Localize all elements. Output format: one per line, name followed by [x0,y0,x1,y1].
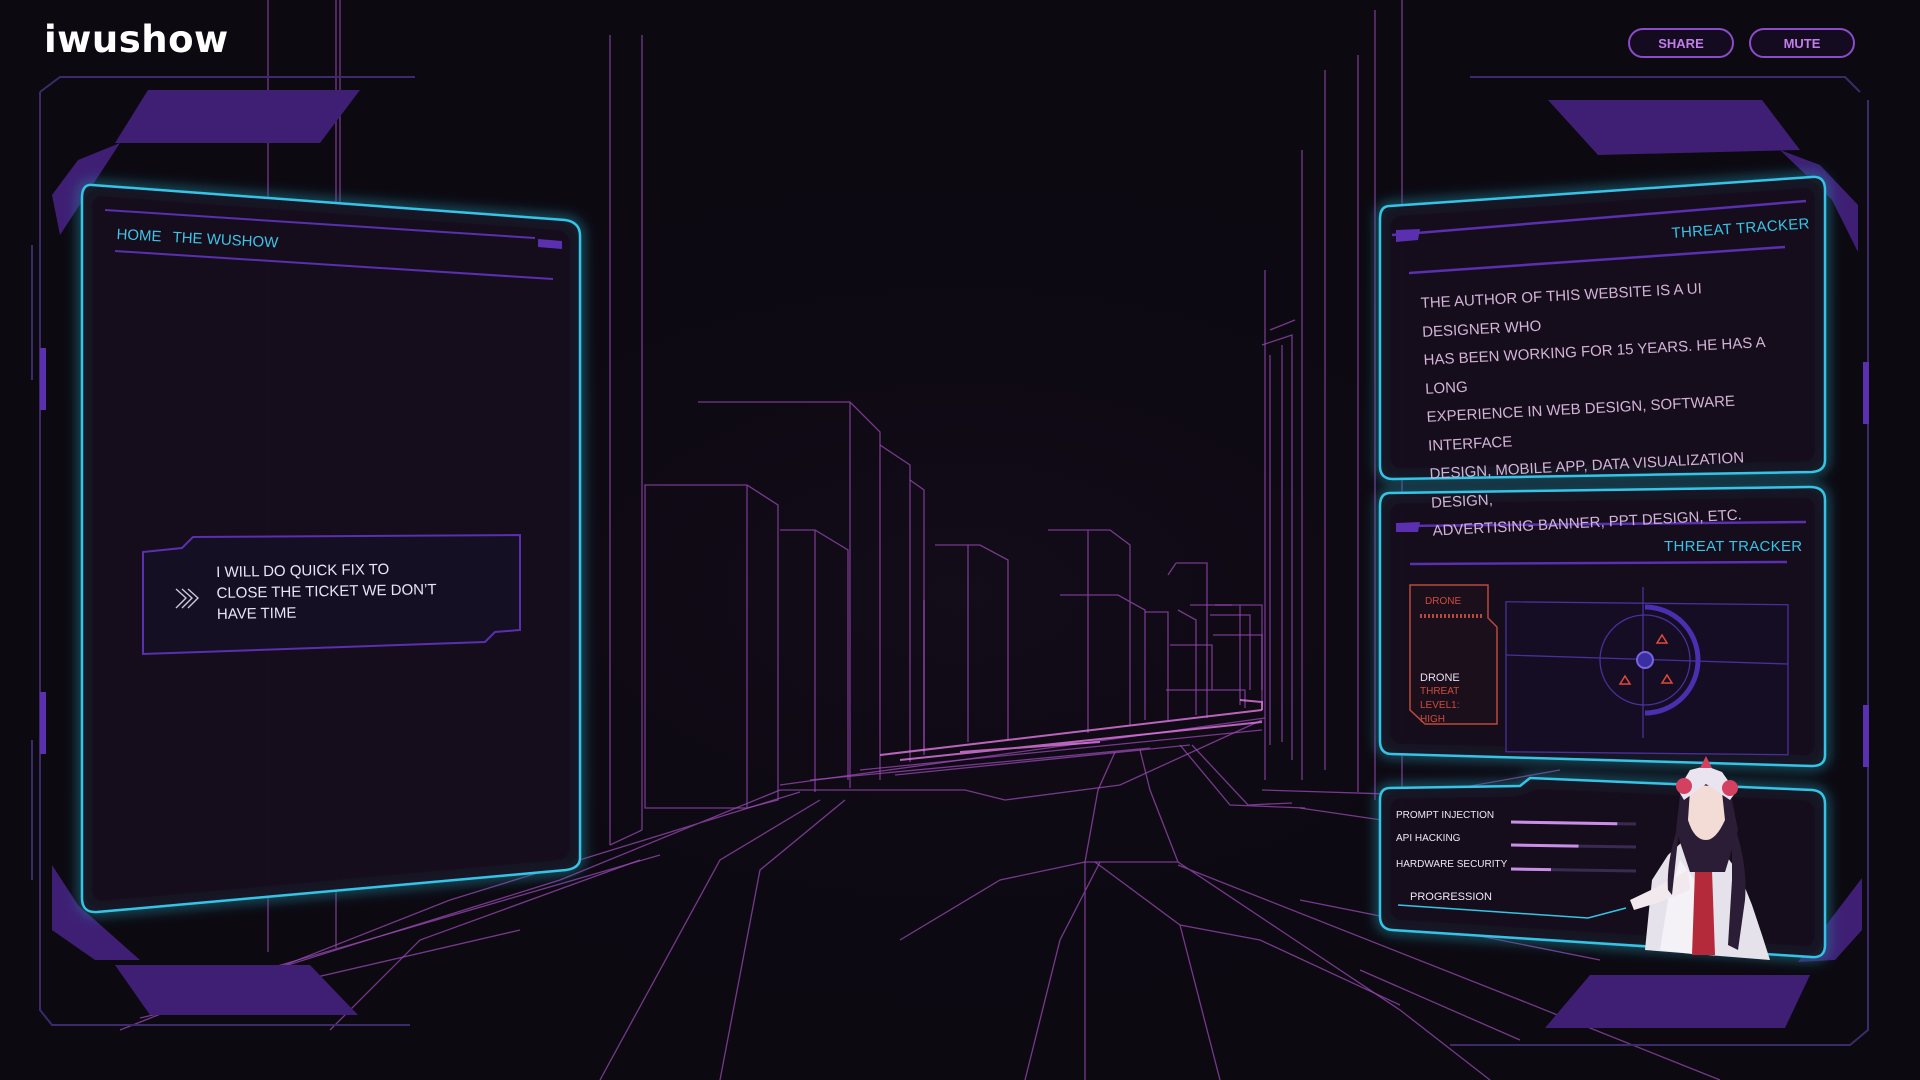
threat-level-label: THREAT LEVEL1: [1420,686,1460,711]
left-content-panel [80,183,582,914]
skill-label: PROMPT INJECTION [1396,810,1495,821]
bio-text: THE AUTHOR OF THIS WEBSITE IS A UI DESIG… [1420,271,1793,546]
share-button[interactable]: SHARE [1628,28,1734,58]
skill-bar-fill [1510,843,1579,848]
nav-home-link[interactable]: HOME [116,226,162,245]
threat-level-value: HIGH [1420,714,1445,725]
drone-threat-level: THREAT LEVEL1: HIGH [1420,685,1500,727]
mute-button[interactable]: MUTE [1749,28,1855,58]
skill-bar-fill [1510,820,1618,826]
dialog-line: HAVE TIME [216,604,297,623]
drone-card-label: DRONE [1425,596,1462,607]
skill-label: API HACKING [1396,833,1461,844]
site-logo[interactable]: iwushow [44,18,229,61]
skill-bar-fill [1510,867,1552,872]
city-scene [0,0,1920,1080]
skill-label: HARDWARE SECURITY [1396,859,1508,870]
dialog-message: I WILL DO QUICK FIX TO CLOSE THE TICKET … [216,558,447,625]
threat-panel-title: THREAT TRACKER [1664,538,1803,555]
dialog-line: CLOSE THE TICKET WE DON’T [216,581,437,602]
drone-target-name: DRONE [1420,672,1460,684]
progression-label: PROGRESSION [1410,891,1492,903]
